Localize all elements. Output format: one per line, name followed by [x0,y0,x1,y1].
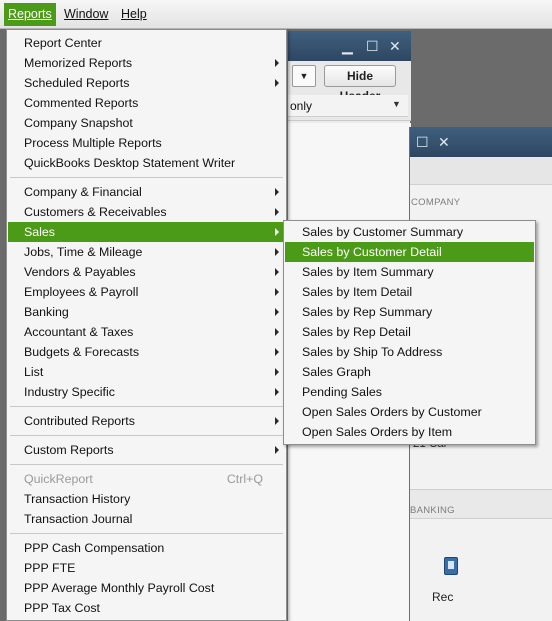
menu-item-report-center[interactable]: Report Center [8,33,285,53]
close-icon[interactable]: ✕ [438,134,450,150]
submenu-item-sales-by-customer-detail[interactable]: Sales by Customer Detail [285,242,534,262]
menu-item-accountant-taxes[interactable]: Accountant & Taxes [8,322,285,342]
menu-item-ppp-fte[interactable]: PPP FTE [8,558,285,578]
menu-item-statement-writer[interactable]: QuickBooks Desktop Statement Writer [8,153,285,173]
submenu-item-sales-by-ship-to-address[interactable]: Sales by Ship To Address [285,342,534,362]
submenu-arrow-icon [275,59,279,67]
submenu-item-open-sales-orders-by-customer[interactable]: Open Sales Orders by Customer [285,402,534,422]
sales-submenu: Sales by Customer Summary Sales by Custo… [283,220,536,445]
submenu-arrow-icon [275,308,279,316]
menu-item-employees-payroll[interactable]: Employees & Payroll [8,282,285,302]
menu-item-memorized-reports[interactable]: Memorized Reports [8,53,285,73]
menu-item-process-multiple-reports[interactable]: Process Multiple Reports [8,133,285,153]
menu-item-budgets-forecasts[interactable]: Budgets & Forecasts [8,342,285,362]
submenu-arrow-icon [275,288,279,296]
menu-item-scheduled-reports[interactable]: Scheduled Reports [8,73,285,93]
menu-item-sales[interactable]: Sales [8,222,285,242]
submenu-arrow-icon [275,446,279,454]
submenu-arrow-icon [275,79,279,87]
menu-item-contributed-reports[interactable]: Contributed Reports [8,411,285,431]
menu-separator [10,464,283,465]
menu-item-ppp-cash-compensation[interactable]: PPP Cash Compensation [8,538,285,558]
submenu-item-pending-sales[interactable]: Pending Sales [285,382,534,402]
menu-item-quickreport: QuickReport Ctrl+Q [8,469,285,489]
submenu-arrow-icon [275,328,279,336]
filter-dropdown[interactable]: only ▼ [288,95,408,117]
menu-item-commented-reports[interactable]: Commented Reports [8,93,285,113]
menu-item-ppp-avg-payroll-cost[interactable]: PPP Average Monthly Payroll Cost [8,578,285,598]
menu-item-company-snapshot[interactable]: Company Snapshot [8,113,285,133]
home-window-titlebar: ☐ ✕ [410,127,552,157]
reconcile-label[interactable]: Rec [432,590,453,604]
submenu-arrow-icon [275,228,279,236]
menu-item-vendors-payables[interactable]: Vendors & Payables [8,262,285,282]
menu-item-industry-specific[interactable]: Industry Specific [8,382,285,402]
filter-value: only [290,99,313,113]
menu-item-banking[interactable]: Banking [8,302,285,322]
chevron-down-icon[interactable]: ▼ [292,65,316,87]
minimize-icon[interactable]: ▁ [342,38,353,54]
submenu-item-sales-by-item-detail[interactable]: Sales by Item Detail [285,282,534,302]
menu-separator [10,533,283,534]
submenu-item-sales-by-rep-summary[interactable]: Sales by Rep Summary [285,302,534,322]
submenu-arrow-icon [275,348,279,356]
menu-item-transaction-journal[interactable]: Transaction Journal [8,509,285,529]
submenu-item-sales-by-customer-summary[interactable]: Sales by Customer Summary [285,222,534,242]
menu-window[interactable]: Window [60,3,112,26]
reports-menu: Report Center Memorized Reports Schedule… [6,29,287,621]
menu-bar: Reports Window Help [0,0,552,29]
hide-header-button[interactable]: Hide Header [324,65,396,103]
submenu-arrow-icon [275,188,279,196]
maximize-icon[interactable]: ☐ [416,134,429,150]
close-icon[interactable]: ✕ [389,38,401,54]
maximize-icon[interactable]: ☐ [366,38,379,54]
menu-item-ppp-tax-cost[interactable]: PPP Tax Cost [8,598,285,618]
submenu-arrow-icon [275,248,279,256]
menu-separator [10,435,283,436]
report-window-titlebar: ▁ ☐ ✕ [288,31,411,61]
home-toolbar [410,157,552,185]
menu-item-transaction-history[interactable]: Transaction History [8,489,285,509]
submenu-arrow-icon [275,208,279,216]
menu-item-customers-receivables[interactable]: Customers & Receivables [8,202,285,222]
menu-item-jobs-time-mileage[interactable]: Jobs, Time & Mileage [8,242,285,262]
submenu-arrow-icon [275,388,279,396]
reconcile-icon[interactable] [444,557,458,575]
submenu-arrow-icon [275,417,279,425]
company-section-header: COMPANY [411,197,461,208]
submenu-arrow-icon [275,368,279,376]
menu-separator [10,406,283,407]
submenu-item-sales-by-rep-detail[interactable]: Sales by Rep Detail [285,322,534,342]
menu-item-custom-reports[interactable]: Custom Reports [8,440,285,460]
menu-separator [10,177,283,178]
menu-help[interactable]: Help [117,3,151,26]
banking-section-header: BANKING [410,505,455,516]
submenu-item-sales-by-item-summary[interactable]: Sales by Item Summary [285,262,534,282]
submenu-item-sales-graph[interactable]: Sales Graph [285,362,534,382]
shortcut-label: Ctrl+Q [226,472,263,486]
menu-item-list[interactable]: List [8,362,285,382]
submenu-item-open-sales-orders-by-item[interactable]: Open Sales Orders by Item [285,422,534,442]
menu-item-company-financial[interactable]: Company & Financial [8,182,285,202]
chevron-down-icon: ▼ [392,99,401,109]
submenu-arrow-icon [275,268,279,276]
menu-reports[interactable]: Reports [4,3,56,26]
